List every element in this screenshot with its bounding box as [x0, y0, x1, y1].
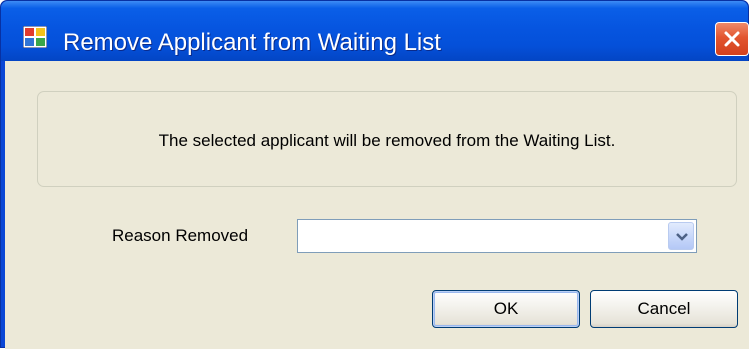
reason-removed-dropdown[interactable]: [297, 219, 697, 253]
close-icon: [724, 31, 740, 47]
ok-button[interactable]: OK: [432, 290, 580, 328]
dropdown-button[interactable]: [668, 222, 694, 250]
window-title: Remove Applicant from Waiting List: [63, 29, 441, 56]
message-text: The selected applicant will be removed f…: [158, 131, 616, 150]
title-bar[interactable]: Remove Applicant from Waiting List: [1, 1, 749, 61]
cancel-button[interactable]: Cancel: [590, 290, 738, 328]
application-icon: [22, 25, 48, 49]
close-button[interactable]: [715, 22, 749, 56]
reason-removed-label: Reason Removed: [112, 226, 249, 245]
dialog-window: Remove Applicant from Waiting List The s…: [0, 0, 749, 349]
chevron-down-icon: [676, 233, 688, 241]
message-panel: The selected applicant will be removed f…: [37, 91, 737, 187]
dialog-body: The selected applicant will be removed f…: [5, 61, 749, 349]
